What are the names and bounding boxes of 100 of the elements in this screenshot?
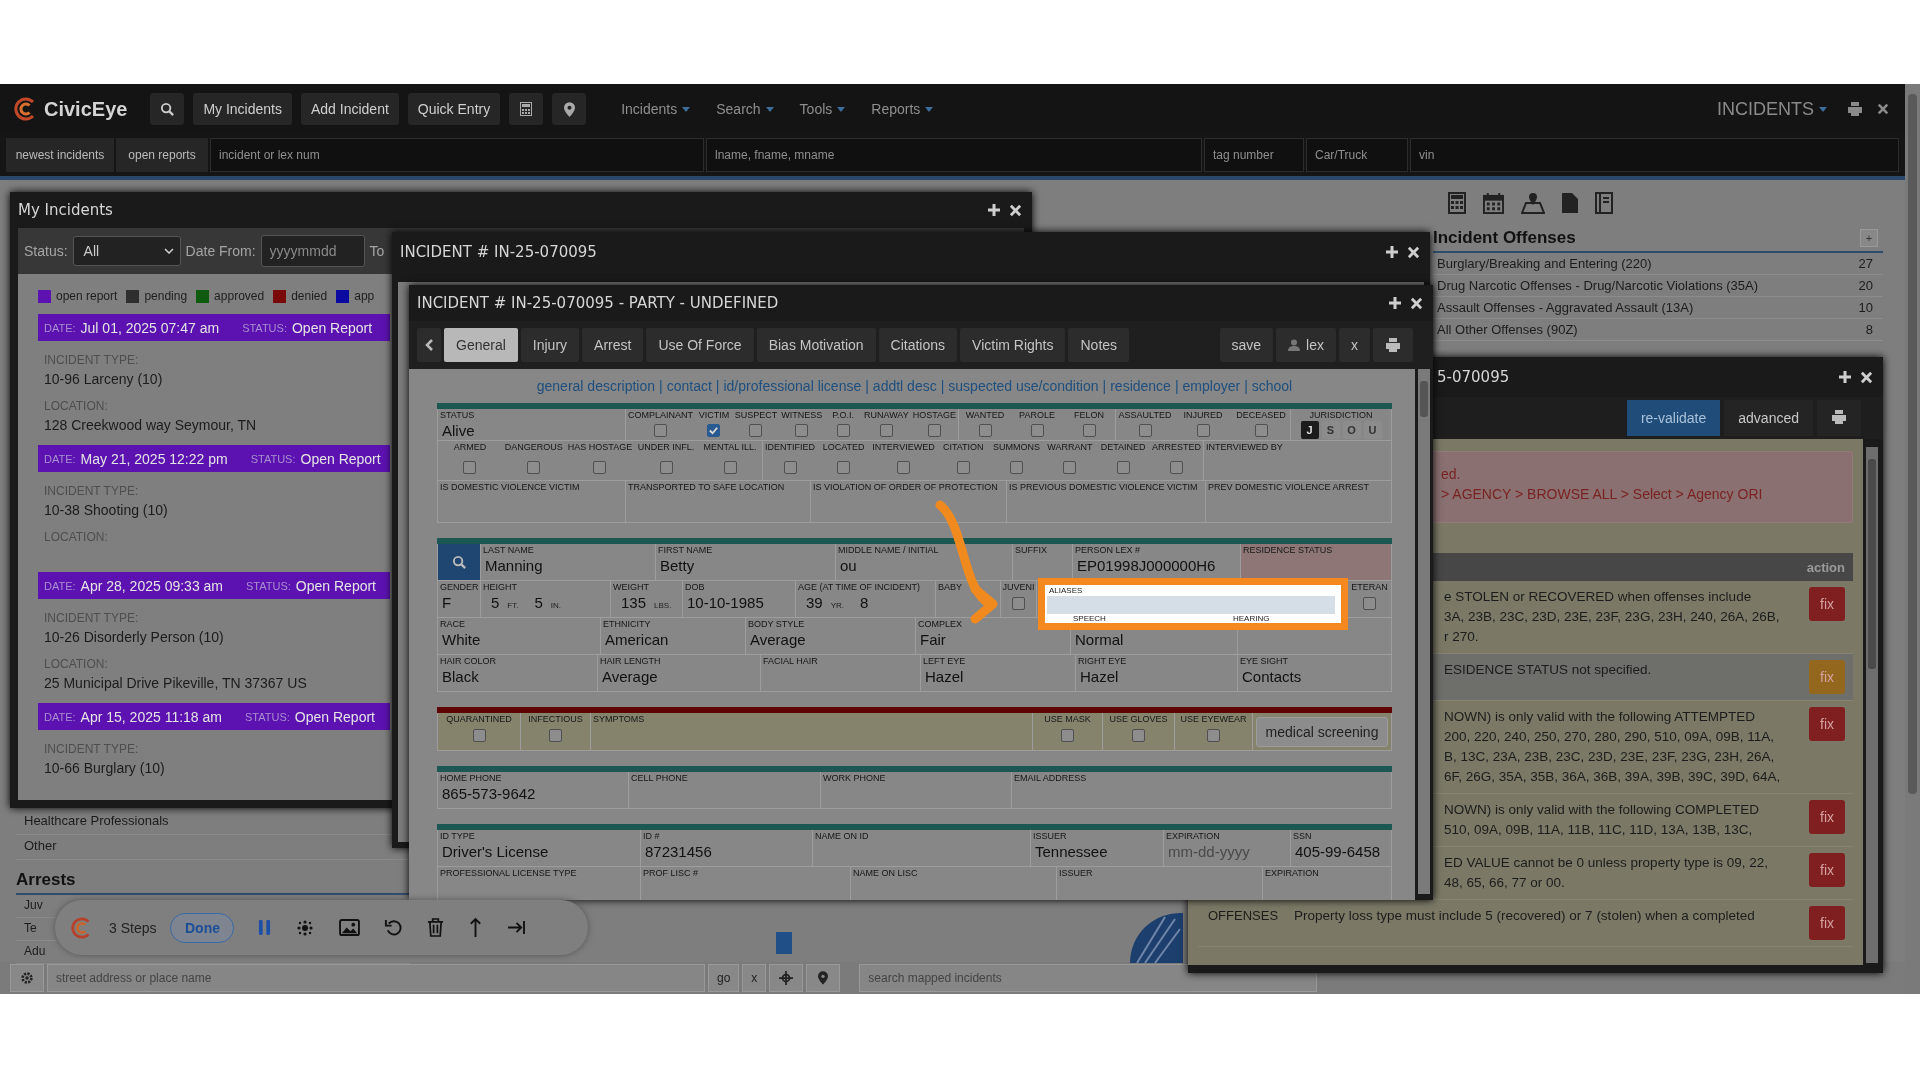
medical-screening-button[interactable]: medical screening <box>1256 716 1388 747</box>
nav-button[interactable]: Quick Entry <box>407 93 501 125</box>
close-icon[interactable] <box>1860 370 1873 384</box>
fix-button[interactable]: fix <box>1809 800 1845 834</box>
checkbox[interactable] <box>1132 729 1145 742</box>
checkbox[interactable] <box>896 461 910 474</box>
search-button[interactable] <box>150 93 185 125</box>
field-value[interactable]: Manning <box>481 556 655 575</box>
print-button[interactable] <box>1373 328 1413 362</box>
field-value[interactable]: Hazel <box>921 667 1075 686</box>
close-icon[interactable] <box>1877 103 1889 115</box>
incident-header[interactable]: DATE: Apr 15, 2025 11:18 am STATUS: Open Report <box>38 703 390 730</box>
field-value[interactable]: White <box>438 630 600 649</box>
checkbox[interactable] <box>527 461 541 474</box>
checkbox[interactable] <box>836 424 850 437</box>
list-item[interactable]: Healthcare Professionals <box>24 813 169 828</box>
checkbox[interactable] <box>837 461 851 474</box>
checkbox[interactable] <box>1363 597 1376 610</box>
search-field[interactable]: incident or lex num <box>210 138 704 172</box>
quick-filter-button[interactable]: newest incidents <box>6 138 114 172</box>
field-value[interactable]: 39 <box>800 593 829 612</box>
checkbox[interactable] <box>956 461 970 474</box>
book-icon[interactable] <box>1595 192 1613 214</box>
field-value[interactable]: American <box>601 630 745 649</box>
nav-button[interactable]: Add Incident <box>301 93 399 125</box>
print-button[interactable] <box>1817 400 1861 436</box>
checkbox[interactable] <box>1010 461 1024 474</box>
tab[interactable]: General <box>444 328 518 362</box>
checkbox[interactable] <box>1207 729 1220 742</box>
checkbox[interactable] <box>1254 424 1268 437</box>
map-icon[interactable] <box>1521 192 1545 214</box>
tab[interactable]: Victim Rights <box>960 328 1066 362</box>
list-item[interactable]: Other <box>24 838 57 853</box>
tab[interactable]: Bias Motivation <box>756 328 876 362</box>
menu-button[interactable]: Search <box>710 101 780 117</box>
field-value[interactable]: 405-99-6458 <box>1291 842 1391 861</box>
field-value[interactable]: 135 <box>615 593 653 612</box>
locate-button[interactable] <box>769 964 804 992</box>
checkbox[interactable] <box>723 461 737 474</box>
close-icon[interactable] <box>1410 296 1423 310</box>
search-field[interactable]: vin <box>1410 138 1899 172</box>
field-value[interactable]: F <box>438 593 480 612</box>
checkbox[interactable] <box>978 424 992 437</box>
fix-button[interactable]: fix <box>1809 906 1845 940</box>
jurisdiction-option[interactable]: O <box>1342 421 1361 439</box>
go-button[interactable]: go <box>708 964 740 992</box>
maximize-icon[interactable] <box>987 203 1001 217</box>
checkbox[interactable] <box>795 424 809 437</box>
checkbox[interactable] <box>654 424 667 437</box>
list-item[interactable]: Adu <box>24 944 46 958</box>
map-pin-button[interactable] <box>552 93 587 125</box>
maximize-icon[interactable] <box>1388 296 1402 310</box>
field-value[interactable]: Alive <box>438 421 625 440</box>
checkbox[interactable] <box>1061 729 1074 742</box>
checkbox[interactable] <box>1012 597 1025 610</box>
list-item[interactable]: Te <box>24 921 37 935</box>
field-value[interactable]: 10-10-1985 <box>683 593 795 612</box>
fix-button[interactable]: fix <box>1809 587 1845 621</box>
field-value[interactable]: 87231456 <box>641 842 812 861</box>
document-icon[interactable] <box>1562 193 1578 213</box>
checkbox[interactable] <box>927 424 941 437</box>
jurisdiction-option[interactable]: S <box>1321 421 1340 439</box>
nav-button[interactable]: My Incidents <box>193 93 292 125</box>
trash-icon[interactable] <box>427 918 445 937</box>
checkbox[interactable] <box>1138 424 1152 437</box>
incident-header[interactable]: DATE: Jul 01, 2025 07:47 am STATUS: Open Report <box>38 314 390 341</box>
pause-icon[interactable] <box>258 919 272 936</box>
list-item[interactable]: Juv <box>24 898 43 912</box>
save-button[interactable]: save <box>1219 328 1274 362</box>
field-value[interactable]: Normal <box>1071 630 1237 649</box>
jurisdiction-option[interactable]: U <box>1363 421 1382 439</box>
checkbox[interactable] <box>749 424 763 437</box>
print-button[interactable] <box>1847 102 1863 116</box>
search-field[interactable]: tag number <box>1204 138 1304 172</box>
field-value[interactable]: Average <box>598 667 760 686</box>
tab[interactable]: Arrest <box>582 328 644 362</box>
undo-icon[interactable] <box>384 918 404 937</box>
calendar-icon[interactable] <box>1483 192 1504 214</box>
skip-end-icon[interactable] <box>507 920 527 935</box>
checkbox[interactable] <box>463 461 477 474</box>
module-menu[interactable]: INCIDENTS <box>1711 98 1833 120</box>
checkbox[interactable] <box>472 729 486 742</box>
map-pin-button[interactable] <box>806 964 841 992</box>
address-field[interactable]: street address or place name <box>47 964 705 992</box>
back-button[interactable] <box>417 328 441 362</box>
field-value[interactable]: Fair <box>916 630 1070 649</box>
field-value[interactable]: Black <box>438 667 597 686</box>
calculator-button[interactable] <box>509 93 544 125</box>
tab[interactable]: Injury <box>520 328 580 362</box>
search-field[interactable]: Car/Truck <box>1306 138 1408 172</box>
field-value[interactable]: Betty <box>656 556 835 575</box>
checkbox[interactable] <box>707 424 721 437</box>
incident-header[interactable]: DATE: May 21, 2025 12:22 pm STATUS: Open Report <box>38 445 390 472</box>
tab[interactable]: Notes <box>1068 328 1130 362</box>
incident-header[interactable]: DATE: Apr 28, 2025 09:33 am STATUS: Open Report <box>38 572 390 599</box>
checkbox[interactable] <box>1030 424 1044 437</box>
tab[interactable]: Citations <box>878 328 958 362</box>
advanced-button[interactable]: advanced <box>1724 400 1813 436</box>
close-icon[interactable] <box>1009 203 1022 217</box>
maximize-icon[interactable] <box>1385 245 1399 259</box>
